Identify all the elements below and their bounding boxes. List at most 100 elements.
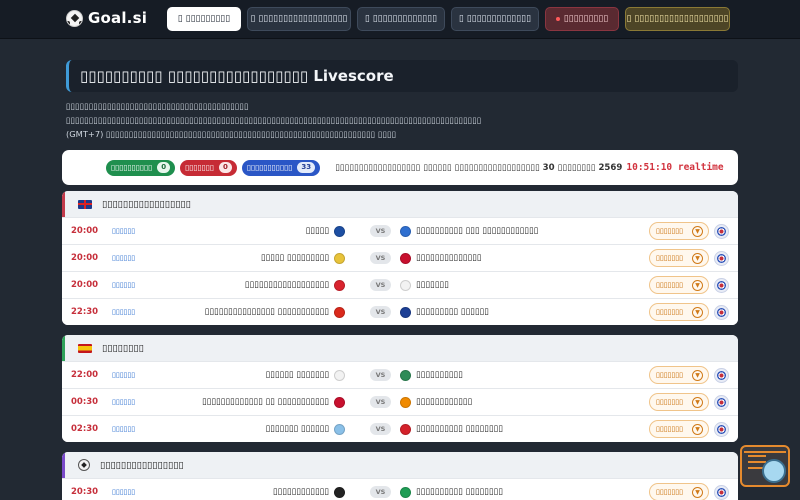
match-status: ▯▯▯▯▯▯ xyxy=(112,227,136,235)
away-team-name: ▯▯▯▯▯▯▯▯▯ ▯▯▯▯▯▯ xyxy=(416,307,489,317)
league-header[interactable]: ▯▯▯▯▯▯▯▯ xyxy=(62,335,738,361)
league-header[interactable]: ▯▯▯▯▯▯▯▯▯▯▯▯▯▯▯▯▯ xyxy=(62,191,738,217)
tv-channel-icon[interactable] xyxy=(714,250,729,266)
nav-schedule-button[interactable]: ▯ ▯▯▯▯▯▯▯▯▯▯▯▯▯▯▯▯▯▯ xyxy=(247,7,351,31)
home-team: ▯▯▯▯▯▯▯ ▯▯▯▯▯▯ xyxy=(265,423,345,435)
vs-badge: VS xyxy=(370,369,391,381)
away-team-crest-icon xyxy=(400,225,411,237)
away-team: ▯▯▯▯▯▯▯▯▯ ▯▯▯▯▯▯ xyxy=(400,306,489,318)
home-team-crest-icon xyxy=(334,225,345,237)
match-detail-button[interactable]: ▯▯▯▯▯▯▯ ▼ xyxy=(649,393,709,411)
match-time: 20:00 xyxy=(71,280,99,290)
league-section: ▯▯▯▯▯▯▯▯▯▯▯▯▯▯▯▯ 20:30 ▯▯▯▯▯▯ ▯▯▯▯▯▯▯▯▯▯▯▯ V… xyxy=(62,452,738,500)
away-team-name: ▯▯▯▯▯▯▯▯▯▯ ▯▯▯▯▯▯▯▯ xyxy=(416,487,503,497)
match-row[interactable]: 20:00 ▯▯▯▯▯▯ ▯▯▯▯▯ VS ▯▯▯▯▯▯▯▯▯▯ ▯▯▯ ▯▯▯▯▯▯▯… xyxy=(62,217,738,244)
chat-widget-button[interactable] xyxy=(740,445,790,487)
tv-channel-icon[interactable] xyxy=(714,421,729,437)
home-team-name: ▯▯▯▯▯▯ ▯▯▯▯▯▯▯ xyxy=(265,370,329,380)
tv-channel-icon[interactable] xyxy=(714,277,729,293)
home-team-crest-icon xyxy=(334,486,345,498)
finished-count: 0 xyxy=(219,162,232,173)
nav-results-button[interactable]: ▯ ▯▯▯▯▯▯▯▯▯▯▯▯▯ xyxy=(357,7,445,31)
live-count-pill[interactable]: ▯▯▯▯▯▯▯▯▯▯ 0 xyxy=(106,159,176,176)
match-row[interactable]: 00:30 ▯▯▯▯▯▯ ▯▯▯▯▯▯▯▯▯▯▯▯▯ ▯▯ ▯▯▯▯▯▯▯▯▯▯▯ V… xyxy=(62,388,738,415)
top-navbar: Goal.si ▯ ▯▯▯▯▯▯▯▯▯ ▯ ▯▯▯▯▯▯▯▯▯▯▯▯▯▯▯▯▯▯… xyxy=(0,0,800,39)
away-team-name: ▯▯▯▯▯▯▯▯▯▯▯▯ xyxy=(416,397,473,407)
chevron-down-icon: ▼ xyxy=(692,280,703,291)
match-time: 20:00 xyxy=(71,253,99,263)
chevron-down-icon: ▼ xyxy=(692,397,703,408)
finished-count-pill[interactable]: ▯▯▯▯▯▯▯ 0 xyxy=(180,159,237,176)
nav-home-button[interactable]: ▯ ▯▯▯▯▯▯▯▯▯ xyxy=(167,7,241,31)
league-name: ▯▯▯▯▯▯▯▯▯▯▯▯▯▯▯▯▯ xyxy=(102,198,191,210)
site-logo[interactable]: Goal.si xyxy=(66,7,147,29)
league-header[interactable]: ▯▯▯▯▯▯▯▯▯▯▯▯▯▯▯▯ xyxy=(62,452,738,478)
match-row[interactable]: 22:30 ▯▯▯▯▯▯ ▯▯▯▯▯▯▯▯▯▯▯▯▯▯▯ ▯▯▯▯▯▯▯▯▯▯▯ VS… xyxy=(62,298,738,325)
league-name: ▯▯▯▯▯▯▯▯▯▯▯▯▯▯▯▯ xyxy=(100,459,184,471)
vs-badge: VS xyxy=(370,279,391,291)
match-row[interactable]: 20:30 ▯▯▯▯▯▯ ▯▯▯▯▯▯▯▯▯▯▯▯ VS ▯▯▯▯▯▯▯▯▯▯ ▯▯▯▯… xyxy=(62,478,738,500)
page-title-bar: ▯▯▯▯▯▯▯▯▯▯ ▯▯▯▯▯▯▯▯▯▯▯▯▯▯▯▯▯ Livescore xyxy=(66,60,738,92)
tv-channel-icon[interactable] xyxy=(714,304,729,320)
nav-live-button[interactable]: ▯▯▯▯▯▯▯▯▯ xyxy=(545,7,619,31)
upcoming-count: 33 xyxy=(297,162,316,173)
home-team-crest-icon xyxy=(334,396,345,408)
away-team-crest-icon xyxy=(400,423,411,435)
soccer-ball-icon xyxy=(78,459,90,471)
match-status: ▯▯▯▯▯▯ xyxy=(112,488,136,496)
match-row[interactable]: 22:00 ▯▯▯▯▯▯ ▯▯▯▯▯▯ ▯▯▯▯▯▯▯ VS ▯▯▯▯▯▯▯▯▯▯ ▯▯▯… xyxy=(62,361,738,388)
chevron-down-icon: ▼ xyxy=(692,307,703,318)
nav-tips-button[interactable]: ▯ ▯▯▯▯▯▯▯▯▯▯▯▯▯▯▯▯▯▯▯ xyxy=(625,7,730,31)
away-team: ▯▯▯▯▯▯▯▯▯▯ xyxy=(400,369,463,381)
match-detail-button[interactable]: ▯▯▯▯▯▯▯ ▼ xyxy=(649,420,709,438)
chevron-down-icon: ▼ xyxy=(692,226,703,237)
home-team: ▯▯▯▯▯ xyxy=(305,225,345,237)
live-dot-icon xyxy=(555,17,560,21)
away-team-crest-icon xyxy=(400,252,411,264)
tv-channel-icon[interactable] xyxy=(714,484,729,500)
home-team: ▯▯▯▯▯▯▯▯▯▯▯▯▯▯▯ ▯▯▯▯▯▯▯▯▯▯▯ xyxy=(204,306,345,318)
tv-channel-icon[interactable] xyxy=(714,367,729,383)
match-time: 20:30 xyxy=(71,487,99,497)
page-description: ▯▯▯▯▯▯▯▯▯▯▯▯▯▯▯▯▯▯▯▯▯▯▯▯▯▯▯▯▯▯▯▯▯▯▯▯▯▯▯▯… xyxy=(66,101,482,139)
away-team-name: ▯▯▯▯▯▯▯▯▯▯ ▯▯▯▯▯▯▯▯ xyxy=(416,424,503,434)
match-detail-button[interactable]: ▯▯▯▯▯▯▯ ▼ xyxy=(649,303,709,321)
match-detail-button[interactable]: ▯▯▯▯▯▯▯ ▼ xyxy=(649,249,709,267)
match-detail-button[interactable]: ▯▯▯▯▯▯▯ ▼ xyxy=(649,483,709,500)
vs-badge: VS xyxy=(370,423,391,435)
home-team-name: ▯▯▯▯▯▯▯▯▯▯▯▯▯ ▯▯ ▯▯▯▯▯▯▯▯▯▯▯ xyxy=(201,397,329,407)
home-team: ▯▯▯▯▯▯▯▯▯▯▯▯ xyxy=(273,486,345,498)
away-team: ▯▯▯▯▯▯▯▯▯▯ ▯▯▯▯▯▯▯▯ xyxy=(400,423,503,435)
match-detail-button[interactable]: ▯▯▯▯▯▯▯ ▼ xyxy=(649,222,709,240)
away-team-crest-icon xyxy=(400,369,411,381)
away-team: ▯▯▯▯▯▯▯▯▯▯▯▯ xyxy=(400,396,473,408)
home-team-name: ▯▯▯▯▯ xyxy=(305,226,329,236)
league-section: ▯▯▯▯▯▯▯▯ 22:00 ▯▯▯▯▯▯ ▯▯▯▯▯▯ ▯▯▯▯▯▯▯ VS ▯▯▯▯▯… xyxy=(62,335,738,442)
tv-channel-icon[interactable] xyxy=(714,394,729,410)
home-team-name: ▯▯▯▯▯▯▯▯▯▯▯▯▯▯▯ ▯▯▯▯▯▯▯▯▯▯▯ xyxy=(204,307,329,317)
main-nav: ▯ ▯▯▯▯▯▯▯▯▯ ▯ ▯▯▯▯▯▯▯▯▯▯▯▯▯▯▯▯▯▯ ▯ ▯▯▯▯▯… xyxy=(167,7,730,31)
upcoming-count-pill[interactable]: ▯▯▯▯▯▯▯▯▯▯▯ 33 xyxy=(241,159,321,176)
logo-text: Goal.si xyxy=(88,9,148,27)
chevron-down-icon: ▼ xyxy=(692,370,703,381)
away-team-name: ▯▯▯▯▯▯▯ xyxy=(416,280,449,290)
live-count: 0 xyxy=(157,162,171,173)
soccer-ball-icon xyxy=(66,9,83,27)
match-row[interactable]: 20:00 ▯▯▯▯▯▯ ▯▯▯▯▯▯▯▯▯▯▯▯▯▯▯▯▯▯ VS ▯▯▯▯▯▯▯ ▯▯… xyxy=(62,271,738,298)
away-team-name: ▯▯▯▯▯▯▯▯▯▯ xyxy=(416,370,463,380)
match-row[interactable]: 20:00 ▯▯▯▯▯▯ ▯▯▯▯▯ ▯▯▯▯▯▯▯▯▯ VS ▯▯▯▯▯▯▯▯▯▯▯▯… xyxy=(62,244,738,271)
nav-tables-button[interactable]: ▯ ▯▯▯▯▯▯▯▯▯▯▯▯▯ xyxy=(451,7,539,31)
match-status: ▯▯▯▯▯▯ xyxy=(112,371,136,379)
home-team-crest-icon xyxy=(334,423,345,435)
spain-flag-icon xyxy=(78,343,92,353)
vs-badge: VS xyxy=(370,486,391,498)
vs-badge: VS xyxy=(370,306,391,318)
match-detail-button[interactable]: ▯▯▯▯▯▯▯ ▼ xyxy=(649,276,709,294)
page-title: ▯▯▯▯▯▯▯▯▯▯ ▯▯▯▯▯▯▯▯▯▯▯▯▯▯▯▯▯ Livescore xyxy=(80,67,394,85)
match-detail-button[interactable]: ▯▯▯▯▯▯▯ ▼ xyxy=(649,366,709,384)
match-row[interactable]: 02:30 ▯▯▯▯▯▯ ▯▯▯▯▯▯▯ ▯▯▯▯▯▯ VS ▯▯▯▯▯▯▯▯▯▯ ▯▯… xyxy=(62,415,738,442)
away-team-crest-icon xyxy=(400,306,411,318)
tv-channel-icon[interactable] xyxy=(714,223,729,239)
home-team-name: ▯▯▯▯▯ ▯▯▯▯▯▯▯▯▯ xyxy=(260,253,329,263)
menu-lines-icon xyxy=(748,455,766,457)
